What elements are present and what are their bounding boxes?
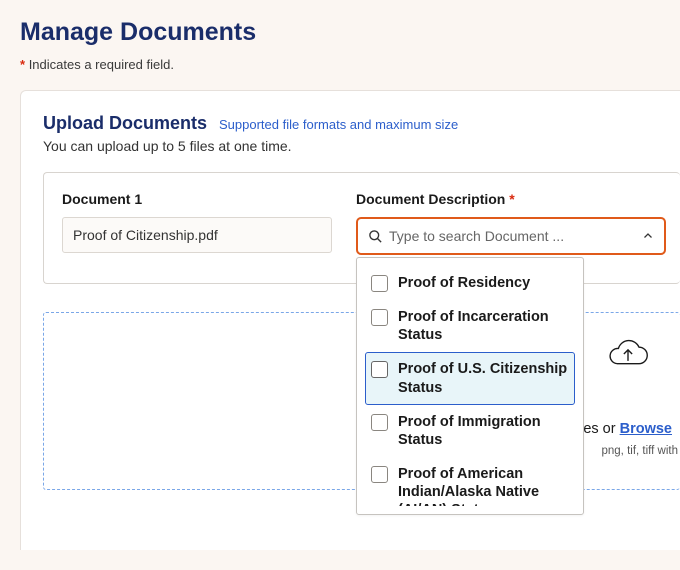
checkbox-icon[interactable]	[371, 309, 388, 326]
upload-subtitle: You can upload up to 5 files at one time…	[43, 138, 680, 154]
checkbox-icon[interactable]	[371, 414, 388, 431]
checkbox-icon[interactable]	[371, 361, 388, 378]
supported-formats-link[interactable]: Supported file formats and maximum size	[219, 117, 458, 132]
asterisk-icon: *	[509, 191, 514, 207]
checkbox-icon[interactable]	[371, 275, 388, 292]
required-field-note: * Indicates a required field.	[20, 57, 680, 72]
document-card: Document 1 Document Description *	[43, 172, 680, 284]
option-label: Proof of Immigration Status	[398, 413, 569, 449]
document-description-search-input[interactable]	[389, 228, 634, 244]
option-label: Proof of American Indian/Alaska Native (…	[398, 465, 569, 506]
option-proof-of-immigration[interactable]: Proof of Immigration Status	[365, 405, 575, 457]
search-icon	[368, 229, 383, 244]
dropzone-pre-text: es or	[583, 421, 619, 437]
description-dropdown: Proof of Residency Proof of Incarceratio…	[356, 257, 584, 515]
document-description-label: Document Description *	[356, 191, 666, 207]
option-label: Proof of U.S. Citizenship Status	[398, 360, 569, 396]
cloud-upload-icon	[606, 337, 650, 376]
upload-documents-heading: Upload Documents	[43, 113, 207, 134]
option-proof-of-incarceration[interactable]: Proof of Incarceration Status	[365, 300, 575, 352]
asterisk-icon: *	[20, 57, 25, 72]
document-1-label: Document 1	[62, 191, 332, 207]
checkbox-icon[interactable]	[371, 466, 388, 483]
browse-link[interactable]: Browse	[620, 421, 672, 437]
option-proof-of-residency[interactable]: Proof of Residency	[365, 266, 575, 300]
option-label: Proof of Residency	[398, 274, 569, 292]
required-note-text: Indicates a required field.	[29, 57, 174, 72]
document-description-combobox[interactable]	[356, 217, 666, 255]
option-label: Proof of Incarceration Status	[398, 308, 569, 344]
desc-label-text: Document Description	[356, 191, 505, 207]
chevron-up-icon[interactable]	[642, 230, 654, 242]
option-proof-of-american-indian[interactable]: Proof of American Indian/Alaska Native (…	[365, 457, 575, 506]
option-proof-of-us-citizenship[interactable]: Proof of U.S. Citizenship Status	[365, 352, 575, 404]
document-filename-input[interactable]	[62, 217, 332, 253]
page-title: Manage Documents	[20, 18, 680, 47]
upload-panel: Upload Documents Supported file formats …	[20, 90, 680, 550]
dropzone-text: es or Browse	[583, 421, 672, 437]
dropzone-formats-text: png, tif, tiff with	[602, 445, 679, 457]
dropdown-scroll[interactable]: Proof of Residency Proof of Incarceratio…	[365, 266, 581, 506]
